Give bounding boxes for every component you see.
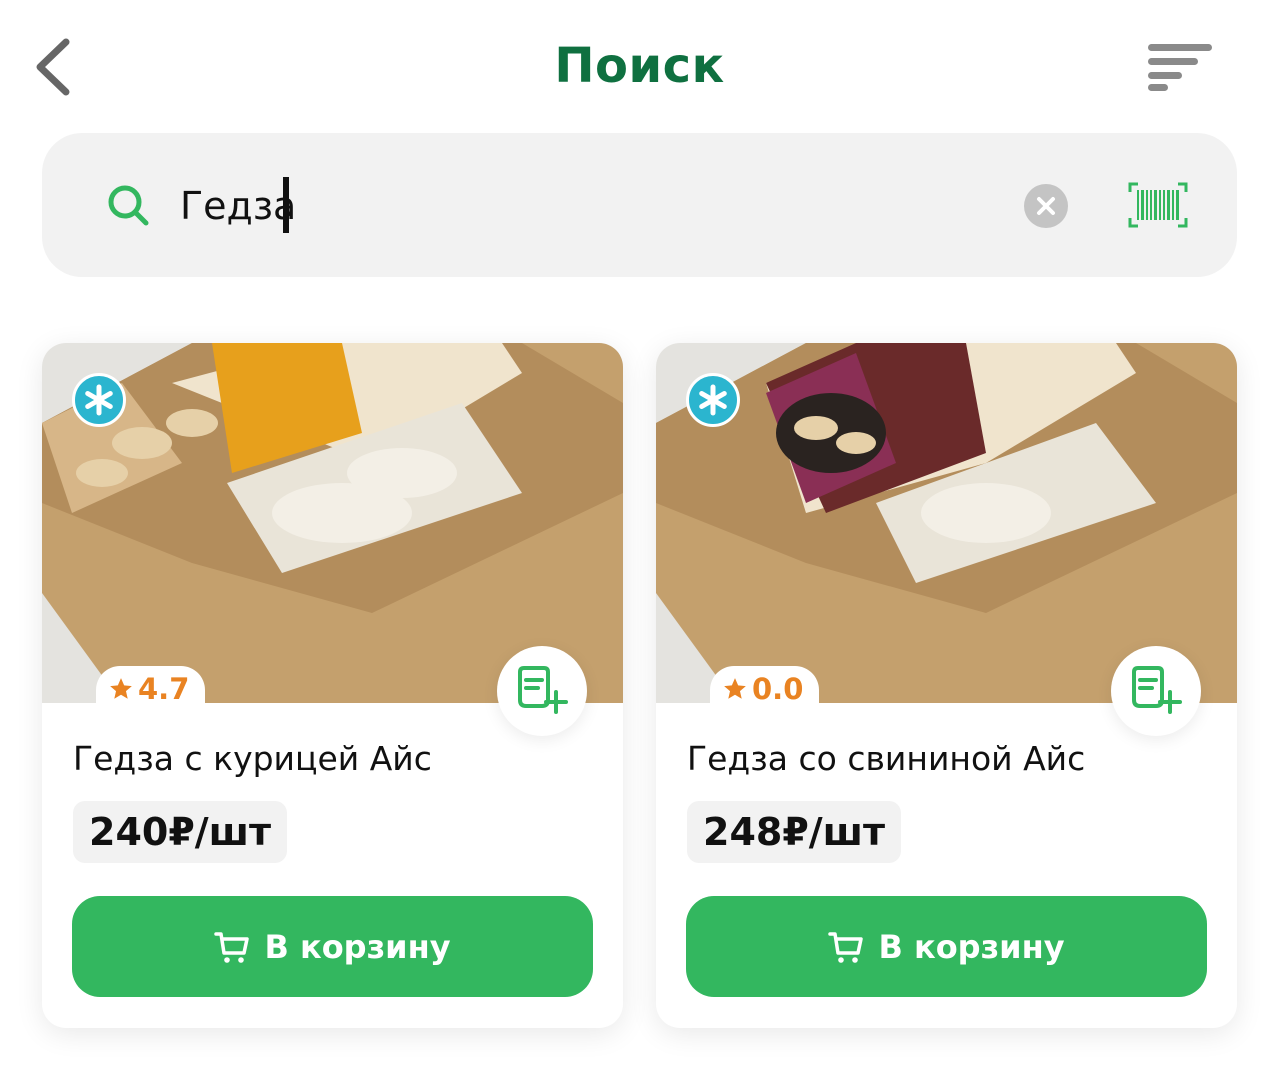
product-card[interactable]: 4.7 Гедза с курицей Айс 240₽/шт В корзин… bbox=[42, 343, 623, 1028]
sort-lines-icon bbox=[1148, 44, 1212, 91]
cart-icon bbox=[214, 931, 250, 963]
price-chip: 248₽/шт bbox=[687, 801, 902, 863]
sort-filter-button[interactable] bbox=[1144, 42, 1216, 92]
rating-value: 4.7 bbox=[138, 672, 190, 706]
rating-value: 0.0 bbox=[752, 672, 804, 706]
add-to-cart-button[interactable]: В корзину bbox=[686, 896, 1207, 997]
text-caret bbox=[283, 177, 289, 233]
add-to-list-button[interactable] bbox=[497, 646, 587, 736]
search-icon bbox=[103, 180, 153, 230]
rating-badge: 4.7 bbox=[96, 666, 206, 712]
page-title: Поиск bbox=[554, 38, 725, 94]
product-card[interactable]: 0.0 Гедза со свининой Айс 248₽/шт В корз… bbox=[656, 343, 1237, 1028]
star-icon bbox=[724, 678, 746, 699]
product-price: 248₽/шт bbox=[703, 810, 886, 854]
add-to-cart-button[interactable]: В корзину bbox=[72, 896, 593, 997]
close-icon bbox=[1037, 197, 1055, 215]
barcode-icon bbox=[1128, 182, 1188, 228]
product-name[interactable]: Гедза со свининой Айс bbox=[687, 739, 1207, 778]
price-chip: 240₽/шт bbox=[73, 801, 288, 863]
product-name[interactable]: Гедза с курицей Айс bbox=[73, 739, 593, 778]
star-icon bbox=[110, 678, 132, 699]
barcode-scan-button[interactable] bbox=[1126, 180, 1190, 230]
search-input[interactable] bbox=[180, 178, 780, 234]
add-to-list-button[interactable] bbox=[1111, 646, 1201, 736]
add-to-cart-label: В корзину bbox=[878, 927, 1065, 966]
rating-badge: 0.0 bbox=[710, 666, 820, 712]
top-bar: Поиск bbox=[0, 0, 1279, 130]
clear-search-button[interactable] bbox=[1024, 184, 1068, 228]
frozen-badge bbox=[72, 373, 126, 427]
add-to-list-icon bbox=[1132, 666, 1182, 714]
snowflake-icon bbox=[85, 384, 113, 416]
frozen-badge bbox=[686, 373, 740, 427]
add-to-list-icon bbox=[518, 666, 568, 714]
snowflake-icon bbox=[699, 384, 727, 416]
product-price: 240₽/шт bbox=[89, 810, 272, 854]
cart-icon bbox=[828, 931, 864, 963]
add-to-cart-label: В корзину bbox=[264, 927, 451, 966]
